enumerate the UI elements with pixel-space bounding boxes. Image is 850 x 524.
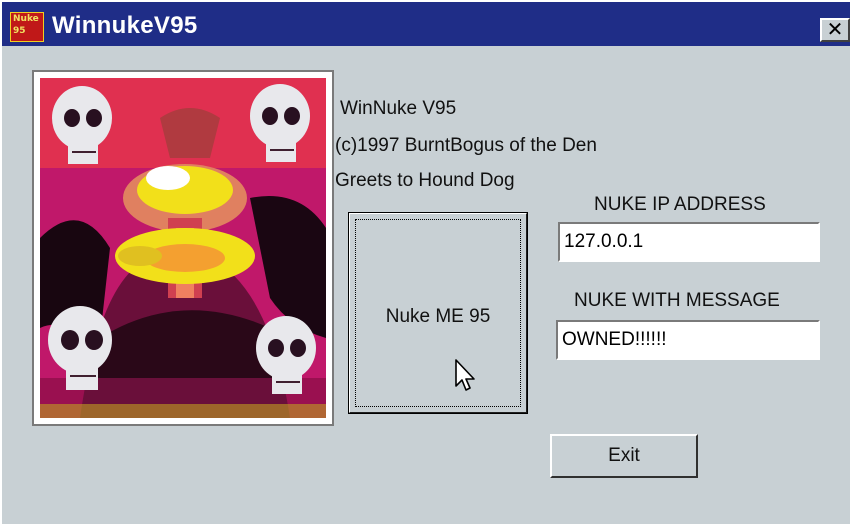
nuke-me-button-label: Nuke ME 95	[385, 306, 491, 327]
app-icon[interactable]: Nuke 95	[10, 12, 44, 42]
message-input[interactable]	[556, 320, 820, 360]
app-name-text: WinNuke V95	[340, 98, 457, 119]
nuke-skull-picture	[32, 70, 334, 426]
mouse-cursor-icon	[455, 359, 475, 391]
greets-text: Greets to Hound Dog	[335, 170, 515, 191]
title-bar[interactable]: Nuke 95 WinnukeV95 ✕	[2, 2, 850, 46]
ip-address-label: NUKE IP ADDRESS	[594, 194, 766, 215]
close-button[interactable]: ✕	[820, 18, 850, 42]
ip-address-input[interactable]	[558, 222, 820, 262]
copyright-text: (c)1997 BurntBogus of the Den	[335, 135, 597, 156]
winnuke-window: Nuke 95 WinnukeV95 ✕ WinNuke V95 (c)1997…	[0, 0, 850, 524]
message-label: NUKE WITH MESSAGE	[574, 290, 780, 311]
nuke-me-button[interactable]: Nuke ME 95	[348, 212, 528, 414]
exit-button[interactable]: Exit	[550, 434, 698, 478]
window-title: WinnukeV95	[52, 12, 198, 39]
skull-nuke-image	[40, 78, 326, 418]
close-icon: ✕	[826, 17, 844, 41]
